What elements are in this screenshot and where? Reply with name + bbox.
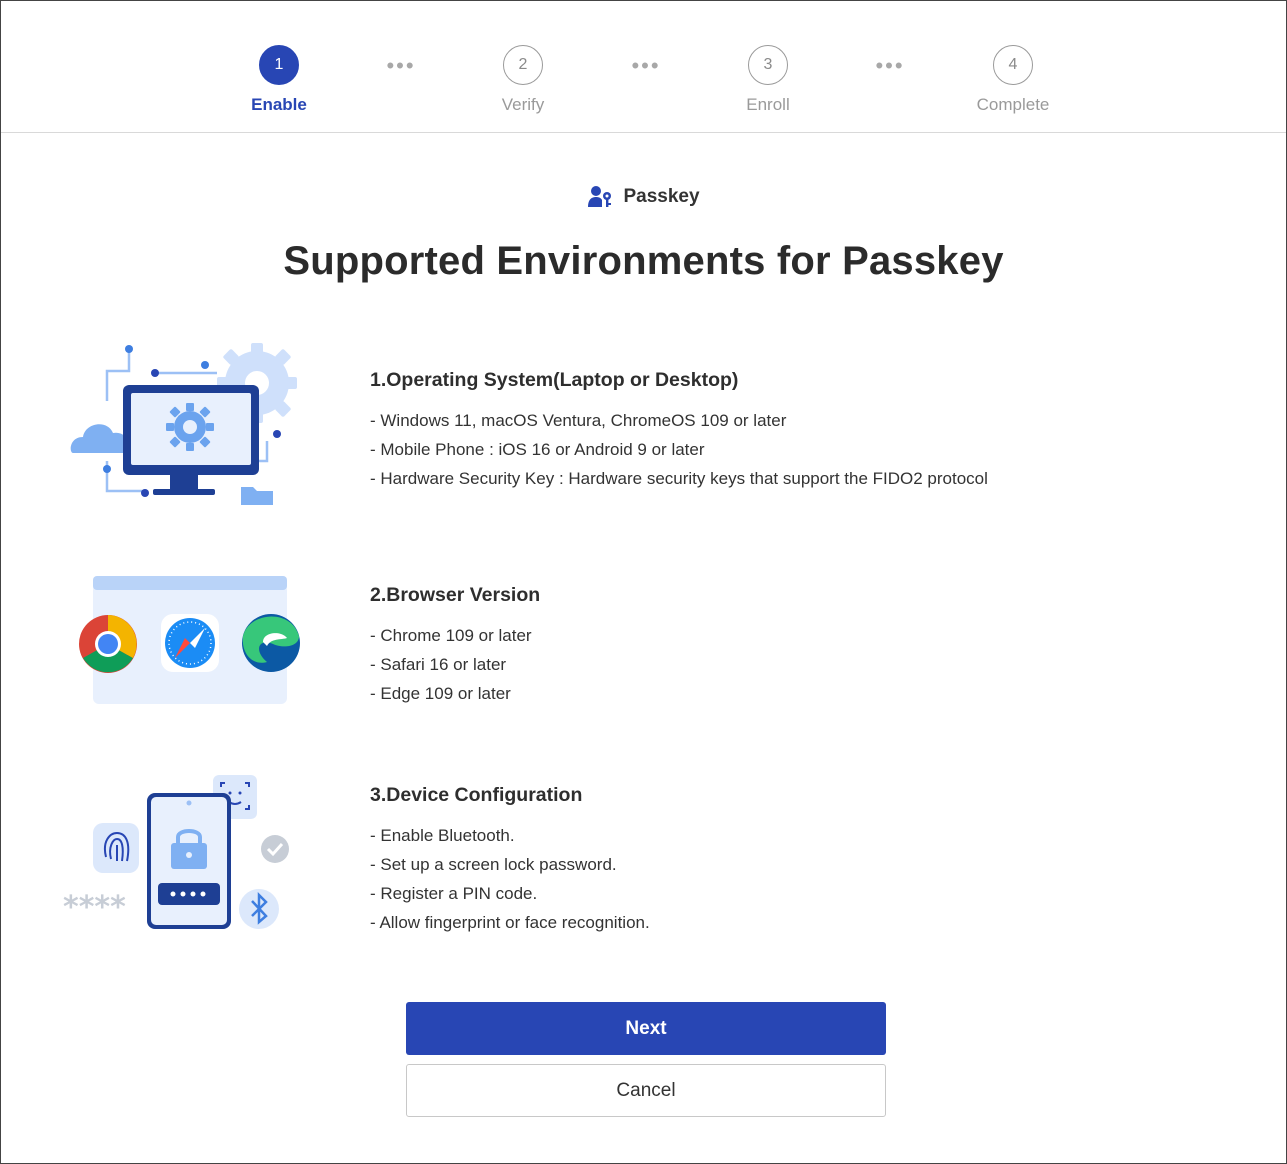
passkey-kicker: Passkey <box>1 184 1286 210</box>
step-enroll: 3 Enroll <box>698 45 838 115</box>
cancel-button[interactable]: Cancel <box>406 1064 886 1117</box>
step-complete: 4 Complete <box>943 45 1083 115</box>
requirement-list: - Enable Bluetooth. - Set up a screen lo… <box>370 821 1230 937</box>
passkey-user-key-icon <box>588 186 612 207</box>
section-title: 1.Operating System(Laptop or Desktop) <box>370 369 739 391</box>
section-title: 3.Device Configuration <box>370 784 583 806</box>
list-item: - Windows 11, macOS Ventura, ChromeOS 10… <box>370 411 787 430</box>
list-item: - Set up a screen lock password. <box>370 855 617 874</box>
list-item: - Register a PIN code. <box>370 884 538 903</box>
step-separator: ••• <box>386 53 416 78</box>
section-browser-version: 2.Browser Version - Chrome 109 or later … <box>370 584 1230 708</box>
list-item: - Mobile Phone : iOS 16 or Android 9 or … <box>370 440 705 459</box>
edge-icon <box>242 614 300 672</box>
passkey-enrollment-page: 1 Enable ••• 2 Verify ••• 3 Enroll ••• 4… <box>0 0 1287 1164</box>
list-item: - Allow fingerprint or face recognition. <box>370 913 650 932</box>
list-item: - Hardware Security Key : Hardware secur… <box>370 469 988 488</box>
section-operating-system: 1.Operating System(Laptop or Desktop) - … <box>370 369 1230 493</box>
step-number: 3 <box>748 45 788 85</box>
step-label: Enable <box>251 95 307 114</box>
svg-text:****: **** <box>63 890 126 925</box>
list-item: - Edge 109 or later <box>370 684 511 703</box>
next-button[interactable]: Next <box>406 1002 886 1055</box>
step-label: Verify <box>501 95 545 114</box>
section-device-configuration: 3.Device Configuration - Enable Bluetoot… <box>370 784 1230 937</box>
requirement-list: - Chrome 109 or later - Safari 16 or lat… <box>370 621 1230 708</box>
step-verify: 2 Verify <box>453 45 593 115</box>
step-number: 2 <box>503 45 543 85</box>
safari-icon <box>161 614 219 672</box>
list-item: - Safari 16 or later <box>370 655 507 674</box>
list-item: - Enable Bluetooth. <box>370 826 515 845</box>
section-title: 2.Browser Version <box>370 584 541 606</box>
step-label: Complete <box>976 95 1050 114</box>
step-enable: 1 Enable <box>209 45 349 115</box>
stepper: 1 Enable ••• 2 Verify ••• 3 Enroll ••• 4… <box>1 1 1286 133</box>
requirement-list: - Windows 11, macOS Ventura, ChromeOS 10… <box>370 406 1230 493</box>
list-item: - Chrome 109 or later <box>370 626 532 645</box>
step-separator: ••• <box>875 53 905 78</box>
passkey-label: Passkey <box>623 186 700 207</box>
browsers-illustration <box>79 576 300 704</box>
chrome-icon <box>79 615 137 673</box>
step-number: 4 <box>993 45 1033 85</box>
computer-gear-illustration <box>70 343 297 505</box>
page-title: Supported Environments for Passkey <box>283 239 1004 283</box>
step-label: Enroll <box>746 95 790 114</box>
step-separator: ••• <box>631 53 661 78</box>
step-number: 1 <box>259 45 299 85</box>
device-lock-illustration: **** <box>63 775 289 929</box>
